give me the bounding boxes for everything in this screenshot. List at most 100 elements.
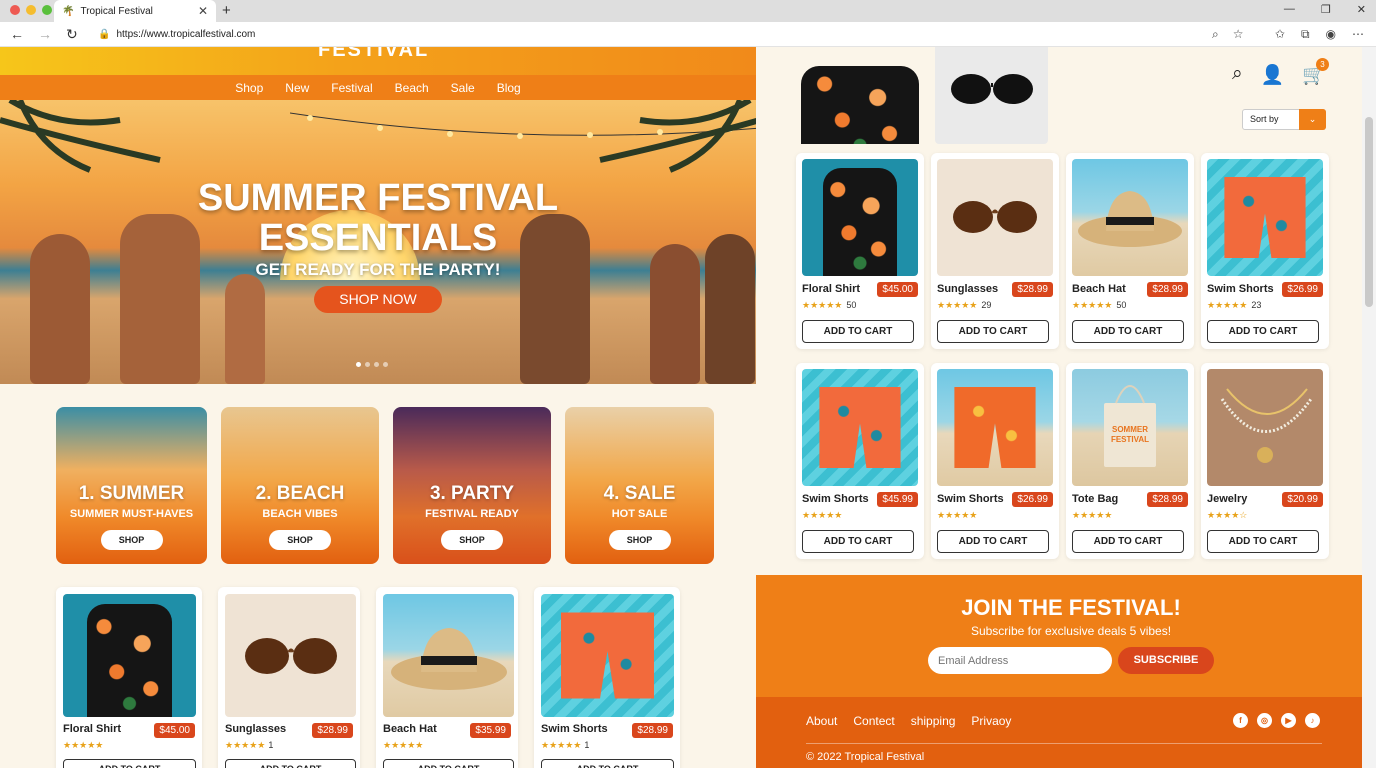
product-price: $28.99 [1147, 492, 1188, 507]
add-to-cart-button[interactable]: ADD TO CART [802, 320, 914, 343]
collections-icon[interactable]: ⧉ [1301, 27, 1310, 42]
zoom-icon[interactable]: ⌕ [1212, 27, 1219, 42]
product-card[interactable]: Sunglasses $28.99 ★★★★★1 ADD TO CART [218, 587, 360, 768]
category-beach[interactable]: 2. BEACH BEACH VIBES SHOP [221, 407, 379, 564]
category-subtitle: SUMMER MUST-HAVES [69, 508, 194, 520]
page-scrollbar[interactable] [1362, 47, 1376, 768]
carousel-dot[interactable] [383, 362, 388, 367]
minimize-icon[interactable]: — [1284, 3, 1295, 16]
tab-close-icon[interactable]: ✕ [198, 4, 208, 18]
instagram-icon[interactable]: ◎ [1257, 713, 1272, 728]
product-price: $28.99 [1147, 282, 1188, 297]
sunglasses-image [225, 594, 356, 717]
nav-festival[interactable]: Festival [331, 81, 372, 95]
more-menu-icon[interactable]: ⋯ [1352, 27, 1364, 42]
close-icon[interactable]: ✕ [1357, 3, 1366, 16]
category-summer[interactable]: 1. SUMMER SUMMER MUST-HAVES SHOP [56, 407, 207, 564]
dancer-figure [225, 274, 265, 384]
category-shop-button[interactable]: SHOP [441, 530, 503, 550]
carousel-dots [356, 362, 388, 367]
reload-icon[interactable]: ↻ [66, 26, 78, 43]
nav-sale[interactable]: Sale [451, 81, 475, 95]
url-field[interactable]: 🔒 https://www.tropicalfestival.com [88, 25, 1238, 44]
add-to-cart-button[interactable]: ADD TO CART [1207, 530, 1319, 553]
category-shop-button[interactable]: SHOP [269, 530, 331, 550]
shop-now-button[interactable]: SHOP NOW [314, 286, 442, 313]
product-card[interactable]: Floral Shirt $45.00 ★★★★★ 50 ADD TO CART [796, 153, 924, 349]
tiktok-icon[interactable]: ♪ [1305, 713, 1320, 728]
add-to-cart-button[interactable]: ADD TO CART [63, 759, 196, 768]
footer-link-contact[interactable]: Contect [853, 714, 894, 728]
sort-dropdown[interactable]: Sort by ⌄ [1242, 109, 1326, 130]
nav-shop[interactable]: Shop [235, 81, 263, 95]
footer-divider [806, 743, 1322, 744]
url-text: https://www.tropicalfestival.com [116, 29, 256, 40]
star-rating: ★★★★☆ [1207, 510, 1248, 520]
product-card[interactable]: Swim Shorts $45.99 ★★★★★ ADD TO CART [796, 363, 924, 559]
carousel-dot[interactable] [365, 362, 370, 367]
product-card[interactable]: Beach Hat $35.99 ★★★★★ ADD TO CART [376, 587, 518, 768]
add-to-cart-button[interactable]: ADD TO CART [1072, 320, 1184, 343]
category-sale[interactable]: 4. SALE HOT SALE SHOP [565, 407, 714, 564]
add-to-cart-button[interactable]: ADD TO CART [802, 530, 914, 553]
add-to-cart-button[interactable]: ADD TO CART [225, 759, 356, 768]
maximize-window-icon[interactable] [42, 5, 52, 15]
category-shop-button[interactable]: SHOP [100, 530, 163, 550]
star-rating: ★★★★★ [1072, 510, 1113, 520]
footer-link-privacy[interactable]: Privaoy [971, 714, 1011, 728]
forward-icon[interactable]: → [38, 26, 52, 43]
window-controls-mac [10, 5, 52, 15]
product-card[interactable]: SOMMER FESTIVAL Tote Bag $28.99 ★★★★★ AD… [1066, 363, 1194, 559]
search-icon[interactable]: ⌕ [1232, 63, 1243, 87]
product-card[interactable]: Floral Shirt $45.00 ★★★★★ ADD TO CART [56, 587, 202, 768]
star-rating: ★★★★★ 50 [802, 300, 857, 310]
floral-shirt-image [63, 594, 196, 717]
product-card[interactable]: Swim Shorts $28.99 ★★★★★1 ADD TO CART [534, 587, 680, 768]
minimize-window-icon[interactable] [26, 5, 36, 15]
favorite-icon[interactable]: ☆ [1233, 27, 1244, 42]
product-card[interactable]: Swim Shorts $26.99 ★★★★★ ADD TO CART [931, 363, 1059, 559]
product-card[interactable]: Sunglasses $28.99 ★★★★★ 29 ADD TO CART [931, 153, 1059, 349]
add-to-cart-button[interactable]: ADD TO CART [937, 530, 1049, 553]
nav-new[interactable]: New [285, 81, 309, 95]
beach-hat-image [1072, 159, 1188, 276]
close-window-icon[interactable] [10, 5, 20, 15]
add-to-cart-button[interactable]: ADD TO CART [1072, 530, 1184, 553]
product-name: Swim Shorts [541, 723, 608, 735]
add-to-cart-button[interactable]: ADD TO CART [541, 759, 674, 768]
category-subtitle: BEACH VIBES [262, 508, 338, 520]
email-field[interactable] [928, 647, 1112, 674]
swim-shorts-image [1207, 159, 1323, 276]
youtube-icon[interactable]: ▶ [1281, 713, 1296, 728]
browser-tab[interactable]: 🌴 Tropical Festival ✕ [54, 0, 216, 22]
browser-tab-bar: 🌴 Tropical Festival ✕ + — ❐ ✕ [0, 0, 1376, 22]
restore-icon[interactable]: ❐ [1321, 3, 1331, 16]
product-card[interactable]: Beach Hat $28.99 ★★★★★ 50 ADD TO CART [1066, 153, 1194, 349]
star-rating: ★★★★★ 29 [937, 300, 992, 310]
nav-blog[interactable]: Blog [497, 81, 521, 95]
carousel-dot[interactable] [356, 362, 361, 367]
facebook-icon[interactable]: f [1233, 713, 1248, 728]
profile-icon[interactable]: ◉ [1326, 27, 1336, 42]
carousel-dot[interactable] [374, 362, 379, 367]
account-icon[interactable]: 👤 [1261, 63, 1285, 87]
product-card[interactable]: Swim Shorts $26.99 ★★★★★ 23 ADD TO CART [1201, 153, 1329, 349]
category-party[interactable]: 3. PARTY FESTIVAL READY SHOP [393, 407, 551, 564]
site-logo[interactable]: FESTIVAL [318, 47, 429, 62]
add-to-cart-button[interactable]: ADD TO CART [383, 759, 514, 768]
product-card[interactable]: Jewelry $20.99 ★★★★☆ ADD TO CART [1201, 363, 1329, 559]
extensions-icon[interactable]: ✩ [1275, 27, 1285, 42]
add-to-cart-button[interactable]: ADD TO CART [937, 320, 1049, 343]
category-shop-button[interactable]: SHOP [608, 530, 671, 550]
footer-link-shipping[interactable]: shipping [911, 714, 956, 728]
swim-shorts-image [802, 369, 918, 486]
nav-beach[interactable]: Beach [395, 81, 429, 95]
chevron-down-icon[interactable]: ⌄ [1299, 109, 1326, 130]
back-icon[interactable]: ← [10, 26, 24, 43]
footer-link-about[interactable]: About [806, 714, 837, 728]
scrollbar-thumb[interactable] [1365, 117, 1373, 307]
subscribe-button[interactable]: SUBSCRIBE [1118, 647, 1214, 674]
cart-count-badge: 3 [1316, 58, 1329, 71]
new-tab-icon[interactable]: + [222, 2, 231, 19]
add-to-cart-button[interactable]: ADD TO CART [1207, 320, 1319, 343]
